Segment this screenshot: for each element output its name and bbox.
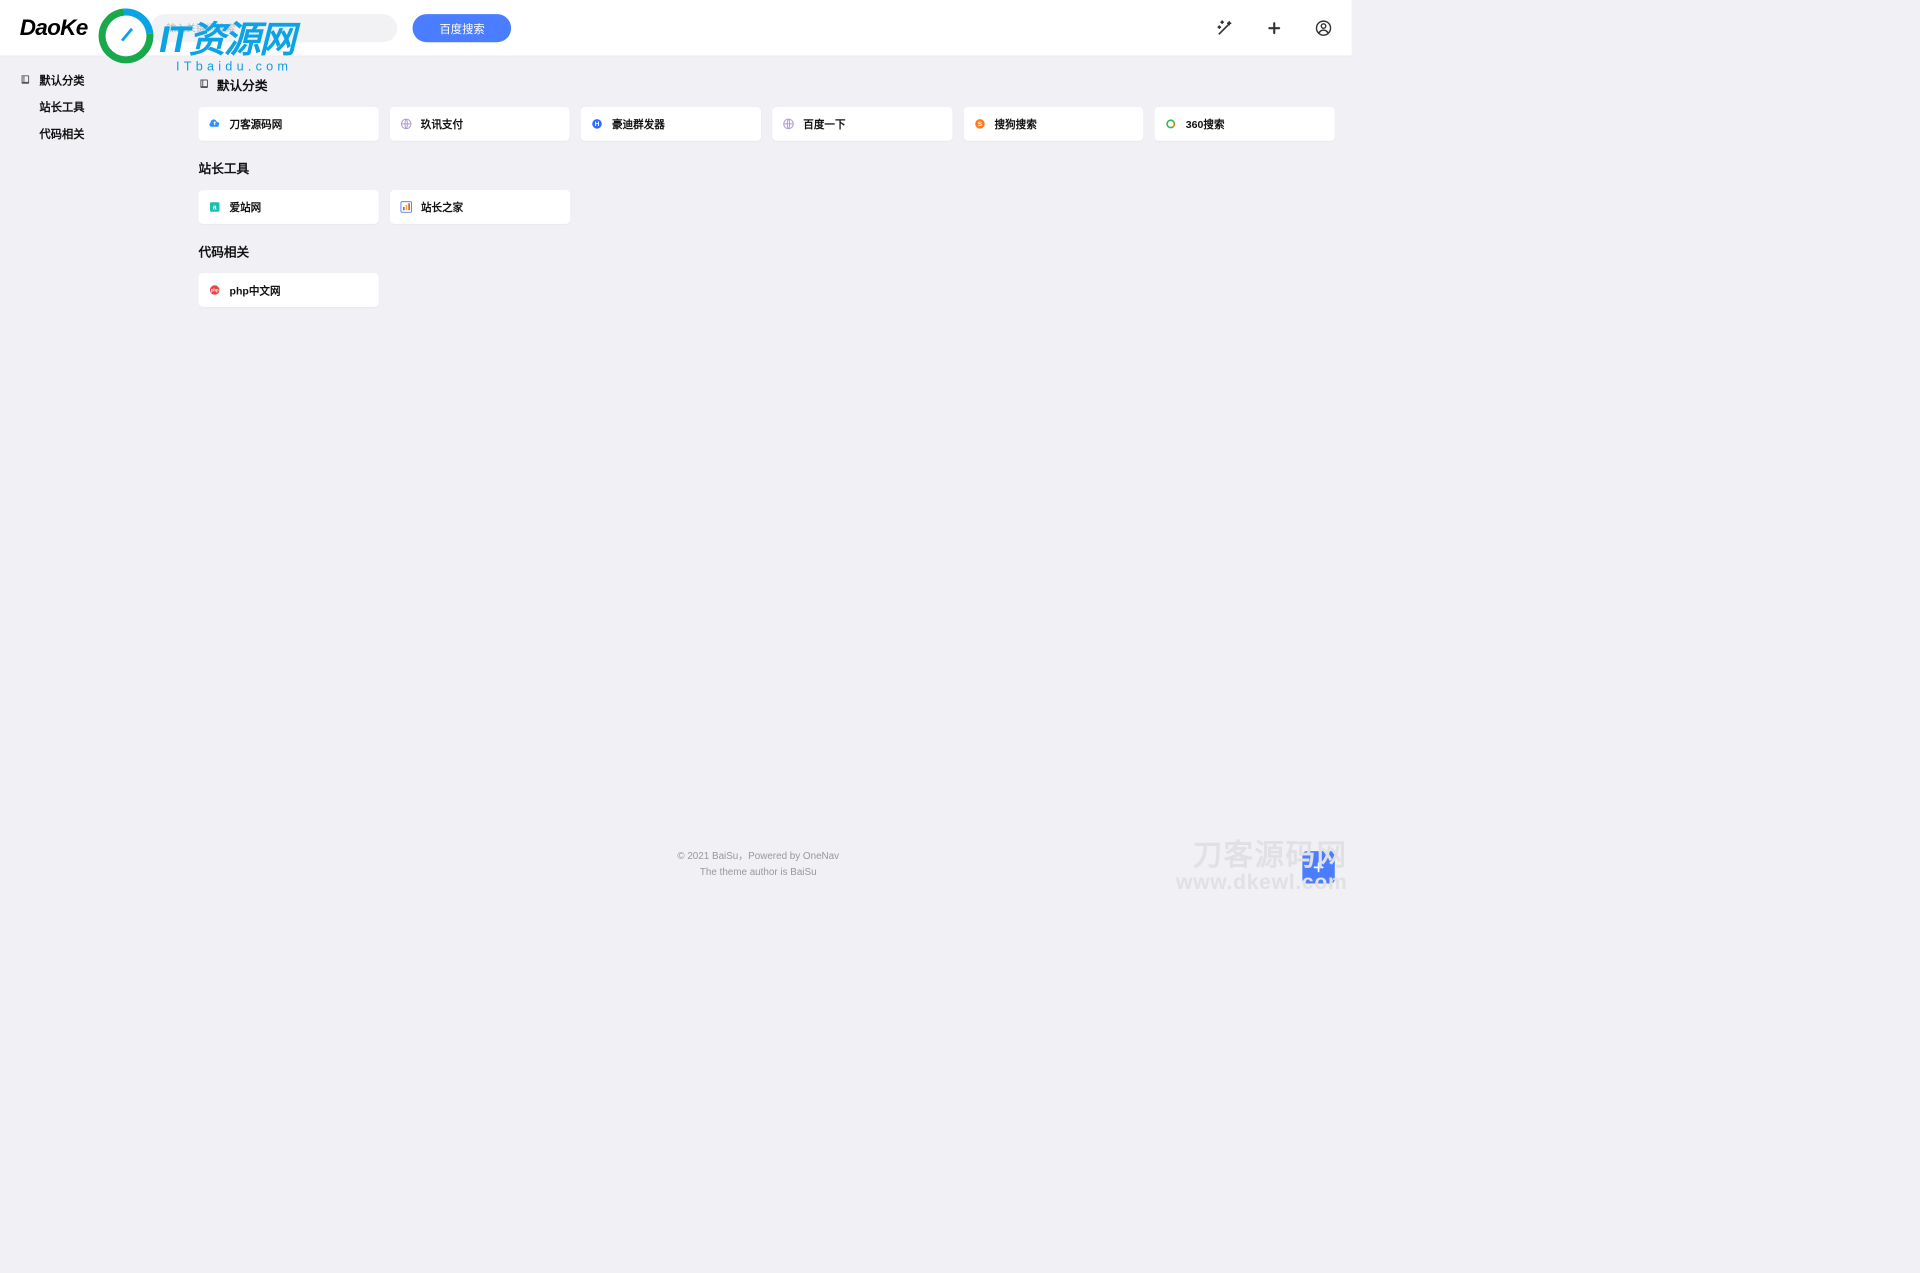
- card-label: 360搜索: [1186, 117, 1225, 132]
- svg-text:a: a: [213, 205, 217, 212]
- card-label: 爱站网: [230, 200, 262, 215]
- card-label: 搜狗搜索: [995, 117, 1037, 132]
- sidebar-item-code[interactable]: 代码相关: [0, 120, 182, 147]
- bar-chart-icon: [400, 201, 413, 214]
- link-card-sogou[interactable]: S 搜狗搜索: [964, 107, 1144, 141]
- link-card-jiuxun[interactable]: 玖讯支付: [390, 107, 570, 141]
- card-label: php中文网: [230, 283, 281, 298]
- section-title-label: 站长工具: [199, 159, 250, 177]
- svg-text:H: H: [595, 121, 600, 128]
- section-title-label: 代码相关: [199, 242, 250, 260]
- ring-360-icon: [1165, 118, 1178, 131]
- section-title-tools: 站长工具: [199, 159, 1335, 177]
- circle-h-icon: H: [591, 118, 604, 131]
- globe-icon: [400, 118, 413, 131]
- sidebar-item-label: 默认分类: [39, 71, 84, 88]
- section-title-default: 默认分类: [199, 76, 1335, 94]
- link-card-360[interactable]: 360搜索: [1155, 107, 1335, 141]
- search-button[interactable]: 百度搜索: [413, 14, 512, 42]
- section-title-label: 默认分类: [217, 76, 268, 94]
- card-label: 百度一下: [803, 117, 845, 132]
- link-card-chinaz[interactable]: 站长之家: [390, 190, 570, 224]
- sidebar-item-label: 代码相关: [39, 125, 84, 142]
- logo-text: DaoKe: [20, 15, 88, 41]
- main-content: 默认分类 刀客源码网 玖讯支付 H 豪迪群发器 百度一下 S 搜狗搜索 360搜…: [182, 56, 1335, 854]
- svg-text:S: S: [978, 121, 982, 128]
- user-circle-icon[interactable]: [1315, 19, 1332, 36]
- link-card-php[interactable]: php php中文网: [199, 273, 379, 307]
- sidebar-item-label: 站长工具: [39, 98, 84, 115]
- cloud-upload-icon: [208, 118, 221, 131]
- link-card-baidu[interactable]: 百度一下: [772, 107, 952, 141]
- footer-line2: The theme author is BaiSu: [182, 864, 1335, 880]
- globe-icon: [782, 118, 795, 131]
- footer-line1: © 2021 BaiSu，Powered by OneNav: [182, 848, 1335, 864]
- card-label: 玖讯支付: [421, 117, 463, 132]
- sidebar: 默认分类 站长工具 代码相关: [0, 56, 182, 896]
- book-icon: [199, 78, 210, 93]
- card-label: 站长之家: [421, 200, 463, 215]
- search-input[interactable]: [151, 14, 397, 42]
- book-icon: [20, 74, 31, 85]
- card-label: 豪迪群发器: [612, 117, 665, 132]
- circle-s-icon: S: [973, 118, 986, 131]
- sidebar-item-default[interactable]: 默认分类: [0, 66, 182, 93]
- square-a-icon: a: [208, 201, 221, 214]
- sidebar-item-tools[interactable]: 站长工具: [0, 93, 182, 120]
- magic-wand-icon[interactable]: [1217, 19, 1234, 36]
- link-card-aizhan[interactable]: a 爱站网: [199, 190, 379, 224]
- section-title-code: 代码相关: [199, 242, 1335, 260]
- link-card-daoke[interactable]: 刀客源码网: [199, 107, 379, 141]
- header-bar: DaoKe 百度搜索: [0, 0, 1352, 56]
- link-card-haodi[interactable]: H 豪迪群发器: [581, 107, 761, 141]
- fab-add-button[interactable]: [1302, 851, 1334, 883]
- plus-icon[interactable]: [1266, 19, 1283, 36]
- svg-text:php: php: [211, 288, 219, 293]
- footer: © 2021 BaiSu，Powered by OneNav The theme…: [182, 848, 1335, 880]
- circle-php-icon: php: [208, 284, 221, 297]
- card-label: 刀客源码网: [230, 117, 283, 132]
